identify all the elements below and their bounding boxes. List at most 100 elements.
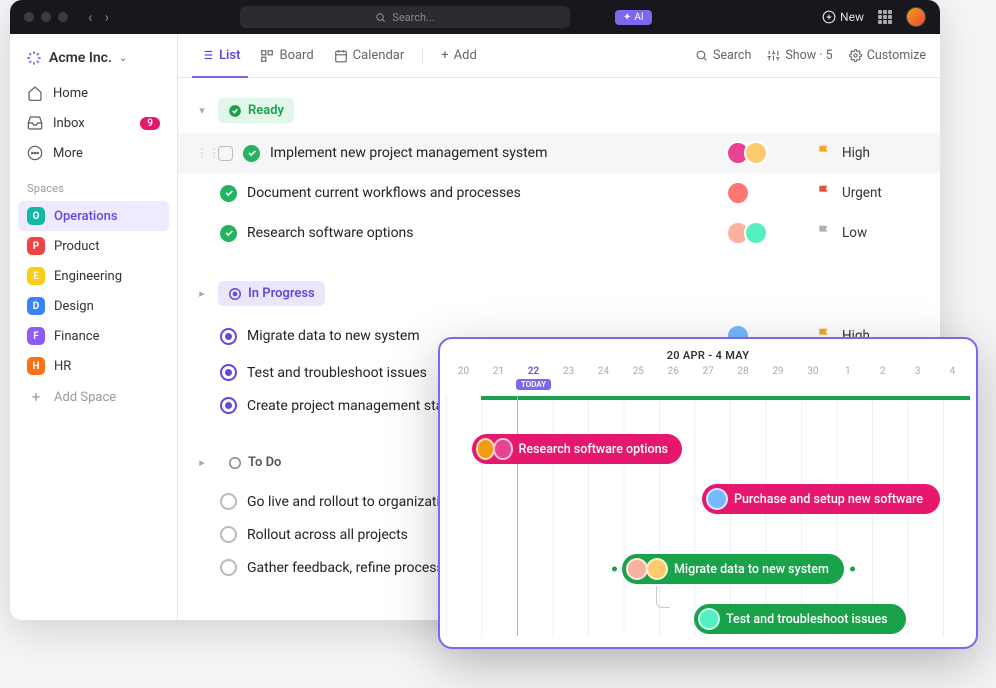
space-icon: E	[27, 267, 45, 285]
chevron-right-icon[interactable]: ▸	[196, 456, 208, 469]
view-toolbar: List Board Calendar + Add	[178, 34, 940, 78]
timeline-day[interactable]: 20	[446, 366, 481, 396]
group-header-inprogress[interactable]: ▸ In Progress	[178, 271, 940, 316]
tab-calendar[interactable]: Calendar	[326, 34, 413, 77]
tab-board[interactable]: Board	[252, 34, 321, 77]
space-item-finance[interactable]: FFinance	[18, 321, 169, 351]
sparkle-icon: ✦	[623, 12, 631, 23]
toolbar-customize[interactable]: Customize	[849, 48, 926, 63]
assignees[interactable]	[726, 181, 806, 205]
assignees[interactable]	[726, 221, 806, 245]
user-avatar[interactable]	[906, 7, 926, 27]
timeline-day[interactable]: 3	[900, 366, 935, 396]
timeline-day[interactable]: 1	[830, 366, 865, 396]
space-label: Engineering	[54, 269, 122, 284]
tab-add-view[interactable]: + Add	[433, 34, 485, 77]
timeline-task[interactable]: Purchase and setup new software	[702, 484, 940, 514]
task-title: Document current workflows and processes	[247, 185, 716, 201]
space-icon: F	[27, 327, 45, 345]
drag-handle-icon[interactable]: ⋮⋮	[196, 146, 208, 160]
new-button[interactable]: New	[822, 10, 864, 24]
assignees[interactable]	[726, 141, 806, 165]
task-row[interactable]: Research software optionsLow	[178, 213, 940, 253]
assignee-avatar	[744, 141, 768, 165]
assignee-avatar	[706, 488, 728, 510]
window-controls[interactable]	[24, 12, 68, 22]
space-label: HR	[54, 359, 71, 374]
toolbar-show[interactable]: Show · 5	[767, 48, 832, 63]
flag-icon[interactable]	[816, 224, 832, 242]
priority-label[interactable]: Low	[842, 225, 922, 241]
task-row[interactable]: Document current workflows and processes…	[178, 173, 940, 213]
timeline-day[interactable]: 2	[865, 366, 900, 396]
add-space-button[interactable]: + Add Space	[18, 381, 169, 413]
timeline-day[interactable]: 21	[481, 366, 516, 396]
space-item-hr[interactable]: HHR	[18, 351, 169, 381]
plus-icon: +	[441, 48, 448, 63]
space-item-design[interactable]: DDesign	[18, 291, 169, 321]
timeline-task[interactable]: Research software options	[472, 434, 682, 464]
assignee-avatar	[626, 558, 648, 580]
task-checkbox[interactable]	[218, 146, 233, 161]
status-inprogress-icon[interactable]	[220, 328, 237, 345]
timeline-task[interactable]: Test and troubleshoot issues	[694, 604, 906, 634]
inbox-badge: 9	[140, 117, 160, 130]
timeline-day[interactable]: 24	[586, 366, 621, 396]
space-icon: O	[27, 207, 45, 225]
status-todo-icon[interactable]	[220, 493, 237, 510]
tab-list[interactable]: List	[192, 35, 248, 78]
toolbar-search[interactable]: Search	[695, 48, 751, 63]
list-icon	[200, 48, 214, 62]
timeline-task[interactable]: Migrate data to new system	[622, 554, 844, 584]
workspace-switcher[interactable]: Acme Inc. ⌄	[18, 44, 169, 72]
timeline-day[interactable]: 30	[795, 366, 830, 396]
flag-icon[interactable]	[816, 144, 832, 162]
status-ready-icon[interactable]	[220, 225, 237, 242]
timeline-day[interactable]: 29	[760, 366, 795, 396]
spaces-heading: Spaces	[18, 168, 169, 201]
status-inprogress-icon[interactable]	[220, 364, 237, 381]
timeline-handle[interactable]	[612, 567, 617, 572]
timeline-day[interactable]: 25	[621, 366, 656, 396]
chevron-down-icon: ⌄	[119, 53, 127, 64]
chevron-right-icon[interactable]: ▸	[196, 287, 208, 300]
priority-label[interactable]: Urgent	[842, 185, 922, 201]
nav-back-icon[interactable]: ‹	[88, 8, 93, 26]
status-inprogress-icon[interactable]	[220, 397, 237, 414]
space-item-operations[interactable]: OOperations	[18, 201, 169, 231]
nav-forward-icon[interactable]: ›	[105, 8, 110, 26]
timeline-day[interactable]: 26	[656, 366, 691, 396]
space-icon: D	[27, 297, 45, 315]
status-ready-icon[interactable]	[220, 185, 237, 202]
nav-home[interactable]: Home	[18, 78, 169, 108]
chevron-down-icon[interactable]: ▾	[196, 104, 208, 117]
timeline-day[interactable]: 23	[551, 366, 586, 396]
timeline-dates: 202122TODAY23242526272829301234	[440, 366, 976, 396]
status-ready-icon[interactable]	[243, 145, 260, 162]
flag-icon[interactable]	[816, 184, 832, 202]
space-item-product[interactable]: PProduct	[18, 231, 169, 261]
timeline-day[interactable]: 27	[691, 366, 726, 396]
global-search[interactable]: Search...	[240, 6, 570, 28]
group-header-ready[interactable]: ▾ Ready	[178, 88, 940, 133]
search-icon	[695, 49, 708, 62]
timeline-day[interactable]: 28	[726, 366, 761, 396]
plus-icon: +	[27, 388, 45, 406]
priority-label[interactable]: High	[842, 145, 922, 161]
status-todo-icon[interactable]	[220, 526, 237, 543]
search-icon	[375, 12, 386, 23]
timeline-day[interactable]: 22TODAY	[516, 366, 551, 396]
timeline-today-line	[517, 396, 518, 636]
timeline-grid[interactable]: Research software options Purchase and s…	[440, 396, 976, 636]
status-todo-icon[interactable]	[220, 559, 237, 576]
timeline-handle[interactable]	[850, 567, 855, 572]
timeline-day[interactable]: 4	[935, 366, 970, 396]
nav-inbox[interactable]: Inbox 9	[18, 108, 169, 138]
nav-more[interactable]: More	[18, 138, 169, 168]
task-row[interactable]: ⋮⋮Implement new project management syste…	[178, 133, 940, 173]
apps-icon[interactable]	[878, 10, 892, 24]
timeline-connector	[656, 586, 670, 608]
ai-button[interactable]: ✦ AI	[615, 10, 652, 25]
search-placeholder: Search...	[392, 11, 435, 24]
space-item-engineering[interactable]: E Engineering	[18, 261, 169, 291]
